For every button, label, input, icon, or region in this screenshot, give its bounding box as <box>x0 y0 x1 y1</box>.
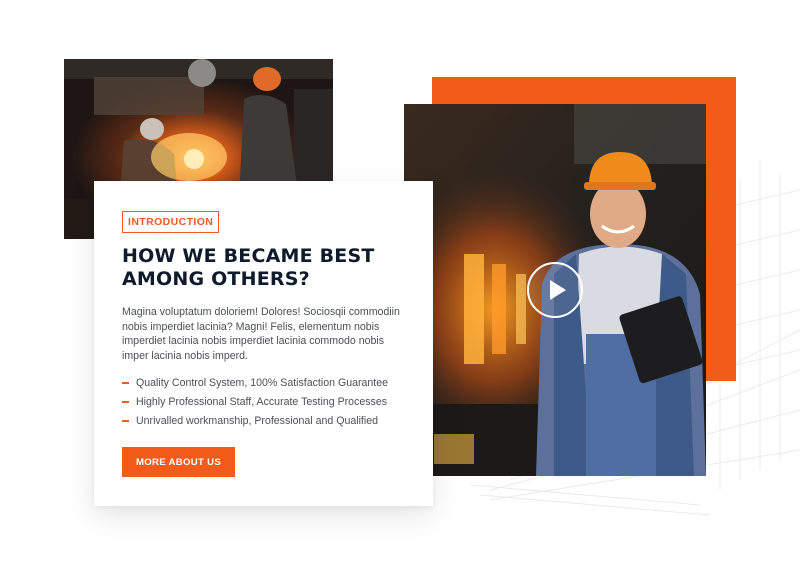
dash-icon <box>122 420 129 423</box>
section-description: Magina voluptatum doloriem! Dolores! Soc… <box>122 306 400 362</box>
feature-text: Unrivalled workmanship, Professional and… <box>136 415 379 428</box>
section-title-line-1: HOW WE BECAME BEST <box>122 245 375 267</box>
feature-list-item: Highly Professional Staff, Accurate Test… <box>122 396 405 408</box>
section-title-line-2: AMONG OTHERS? <box>122 268 310 290</box>
feature-list-item: Quality Control System, 100% Satisfactio… <box>122 377 405 389</box>
feature-list-item: Unrivalled workmanship, Professional and… <box>122 415 405 427</box>
more-about-us-button[interactable]: MORE ABOUT US <box>122 447 235 477</box>
play-icon <box>550 280 566 300</box>
dash-icon <box>122 382 129 385</box>
introduction-card: INTRODUCTION HOW WE BECAME BEST AMONG OT… <box>94 181 433 506</box>
dash-icon <box>122 401 129 404</box>
feature-text: Highly Professional Staff, Accurate Test… <box>136 396 388 409</box>
feature-text: Quality Control System, 100% Satisfactio… <box>136 377 389 390</box>
video-play-button[interactable] <box>527 262 583 318</box>
feature-list: Quality Control System, 100% Satisfactio… <box>122 377 405 427</box>
section-title: HOW WE BECAME BEST AMONG OTHERS? <box>122 245 412 291</box>
introduction-badge: INTRODUCTION <box>122 211 220 233</box>
